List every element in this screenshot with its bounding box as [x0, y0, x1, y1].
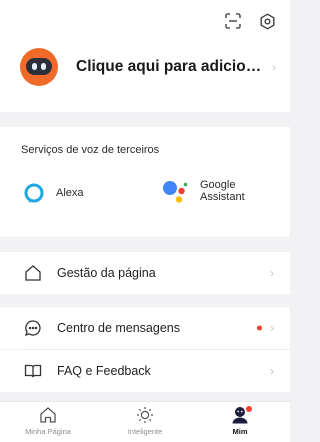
voice-services-title: Serviços de voz de terceiros — [21, 144, 160, 156]
bottom-tab-bar: Minha Página Inteligente Mim — [0, 401, 290, 442]
alexa-label: Alexa — [56, 187, 84, 199]
page-management-row[interactable]: Gestão da página › — [0, 252, 290, 294]
notification-badge — [246, 406, 252, 412]
voice-services-card: Serviços de voz de terceiros Alexa Googl… — [0, 127, 290, 237]
alexa-service[interactable]: Alexa — [24, 183, 84, 203]
message-center-row[interactable]: Centro de mensagens › — [0, 307, 290, 349]
tab-me[interactable]: Mim — [200, 406, 280, 436]
tab-home-label: Minha Página — [25, 427, 71, 436]
google-label-line2: Assistant — [200, 191, 245, 203]
faq-feedback-row[interactable]: FAQ e Feedback › — [0, 350, 290, 392]
book-icon — [24, 364, 42, 378]
profile-title: Clique aqui para adiciona... — [76, 58, 264, 75]
unread-dot — [257, 325, 262, 331]
header-actions — [224, 12, 276, 30]
robot-face-icon — [26, 58, 52, 75]
google-assistant-icon — [163, 181, 188, 203]
message-icon — [24, 320, 41, 337]
tab-home[interactable]: Minha Página — [8, 406, 88, 436]
avatar[interactable] — [20, 48, 58, 86]
home-icon — [40, 407, 56, 423]
chevron-right-icon: › — [270, 321, 274, 335]
chevron-right-icon: › — [270, 364, 274, 378]
home-outline-icon — [25, 265, 41, 281]
google-assistant-service[interactable]: Google Assistant — [162, 179, 245, 203]
chevron-right-icon: › — [270, 266, 274, 280]
tab-smart-label: Inteligente — [127, 427, 163, 436]
me-screen: Clique aqui para adiciona... › Serviços … — [0, 0, 290, 442]
google-assistant-label: Google Assistant — [200, 179, 245, 203]
tab-smart[interactable]: Inteligente — [105, 406, 185, 436]
page-management-label: Gestão da página — [57, 266, 156, 280]
profile-row[interactable]: Clique aqui para adiciona... › — [20, 42, 276, 92]
settings-icon[interactable] — [258, 12, 276, 30]
message-center-label: Centro de mensagens — [57, 321, 180, 335]
faq-feedback-label: FAQ e Feedback — [57, 364, 151, 378]
google-label-line1: Google — [200, 179, 236, 191]
scan-icon[interactable] — [224, 12, 242, 30]
tab-me-label: Mim — [232, 427, 248, 436]
chevron-right-icon: › — [272, 60, 276, 74]
alexa-icon — [24, 183, 44, 203]
sun-icon — [137, 407, 153, 423]
profile-header: Clique aqui para adiciona... › — [0, 0, 290, 112]
